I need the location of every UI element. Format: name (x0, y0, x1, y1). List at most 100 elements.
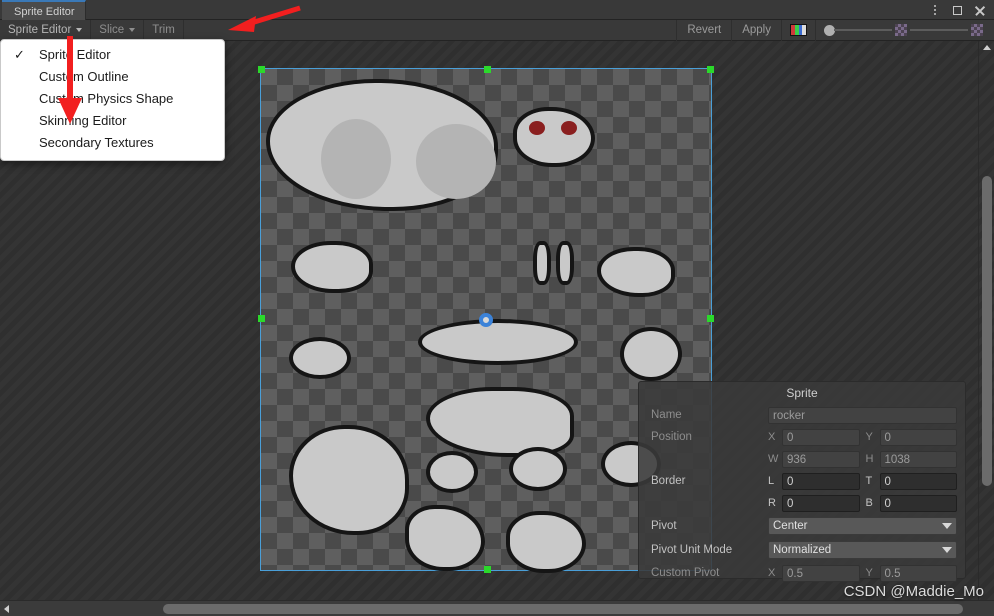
pivot-unit-dropdown[interactable]: Normalized (768, 541, 957, 559)
sprite-editor-toolbar: Sprite Editor Slice Trim Revert Apply (0, 20, 994, 41)
custom-pivot-x-field[interactable]: X 0.5 (768, 565, 860, 582)
position-y-input[interactable]: 0 (880, 429, 958, 446)
revert-label: Revert (687, 24, 721, 36)
border-l-field[interactable]: L 0 (768, 473, 860, 490)
horizontal-scrollbar-thumb[interactable] (163, 604, 963, 614)
pivot-handle[interactable] (479, 313, 493, 327)
selection-handle-bottom-center[interactable] (484, 566, 491, 573)
vertical-scrollbar-thumb[interactable] (982, 176, 992, 486)
vertical-scrollbar[interactable] (978, 41, 994, 600)
zoom-slider-track[interactable] (834, 29, 892, 31)
position-xy-group: X 0 Y 0 (768, 429, 957, 446)
rgb-channels-icon (790, 24, 807, 36)
position-h-input[interactable]: 1038 (880, 451, 958, 468)
menu-item-skinning-editor[interactable]: Skinning Editor (1, 110, 224, 132)
kebab-menu-icon[interactable] (924, 0, 946, 20)
sprite-art-shade (416, 124, 496, 199)
selection-handle-right[interactable] (707, 315, 714, 322)
custom-pivot-y-field[interactable]: Y 0.5 (866, 565, 958, 582)
watermark-text: CSDN @Maddie_Mo (844, 583, 984, 600)
sprite-art-foot (506, 511, 586, 573)
maximize-icon[interactable] (946, 0, 968, 20)
menu-item-secondary-textures[interactable]: Secondary Textures (1, 132, 224, 154)
close-icon[interactable] (968, 0, 990, 20)
border-r-input[interactable]: 0 (782, 495, 860, 512)
menu-item-label: Custom Physics Shape (39, 91, 173, 106)
sprite-art-rock (620, 327, 682, 381)
tab-label: Sprite Editor (14, 6, 75, 18)
sprite-art-slab (418, 319, 578, 365)
chevron-down-icon (76, 28, 82, 32)
scroll-left-arrow-icon[interactable] (4, 605, 9, 613)
menu-item-custom-physics-shape[interactable]: Custom Physics Shape (1, 88, 224, 110)
border-r-prefix: R (768, 497, 777, 509)
rgb-channels-button[interactable] (781, 20, 815, 41)
position-w-input[interactable]: 936 (782, 451, 860, 468)
slice-dropdown-button[interactable]: Slice (91, 20, 144, 41)
sprite-art-tooth (556, 241, 574, 285)
menu-item-label: Secondary Textures (39, 135, 154, 150)
name-input[interactable]: rocker (768, 407, 957, 424)
border-l-input[interactable]: 0 (782, 473, 860, 490)
sprite-inspector-panel: Sprite Name rocker Position X 0 (638, 381, 966, 579)
apply-label: Apply (742, 24, 771, 36)
custom-pivot-x-input[interactable]: 0.5 (782, 565, 860, 582)
name-field[interactable]: rocker (768, 407, 957, 424)
position-x-field[interactable]: X 0 (768, 429, 860, 446)
sprite-art-foot (405, 505, 485, 571)
mode-dropdown-label: Sprite Editor (8, 24, 71, 36)
menu-item-sprite-editor[interactable]: ✓ Sprite Editor (1, 44, 224, 66)
sprite-art-skull (513, 107, 595, 167)
position-x-input[interactable]: 0 (782, 429, 860, 446)
checkerboard-icon[interactable] (971, 24, 983, 36)
sprite-art-rock (426, 451, 478, 493)
sprite-editor-mode-menu: ✓ Sprite Editor Custom Outline Custom Ph… (0, 39, 225, 161)
zoom-slider[interactable] (815, 20, 994, 41)
position-x-prefix: X (768, 431, 777, 443)
border-b-prefix: B (866, 497, 875, 509)
sprite-pivot-unit-row: Pivot Unit Mode Normalized (639, 538, 965, 562)
sprite-border-row-2: R 0 B 0 (639, 492, 965, 514)
slice-dropdown-label: Slice (99, 24, 124, 36)
scroll-up-arrow-icon[interactable] (983, 45, 991, 50)
border-t-input[interactable]: 0 (880, 473, 958, 490)
custom-pivot-x-prefix: X (768, 567, 777, 579)
menu-item-custom-outline[interactable]: Custom Outline (1, 66, 224, 88)
revert-button[interactable]: Revert (676, 20, 731, 41)
sprite-position-row: Position X 0 Y 0 (639, 426, 965, 448)
mode-dropdown-button[interactable]: Sprite Editor (0, 20, 91, 41)
sprite-border-row: Border L 0 T 0 (639, 470, 965, 492)
selection-handle-top-right[interactable] (707, 66, 714, 73)
sprite-art-arch (426, 387, 574, 457)
border-t-field[interactable]: T 0 (866, 473, 958, 490)
sprite-art-rock (291, 241, 373, 293)
position-h-field[interactable]: H 1038 (866, 451, 958, 468)
selection-handle-top-center[interactable] (484, 66, 491, 73)
position-w-field[interactable]: W 936 (768, 451, 860, 468)
selection-handle-top-left[interactable] (258, 66, 265, 73)
horizontal-scrollbar[interactable] (0, 600, 994, 616)
custom-pivot-label: Custom Pivot (651, 567, 768, 579)
kebab-dots (934, 5, 936, 15)
sprite-name-row: Name rocker (639, 404, 965, 426)
position-w-prefix: W (768, 453, 777, 465)
pivot-unit-field-group: Normalized (768, 541, 957, 559)
custom-pivot-y-input[interactable]: 0.5 (880, 565, 958, 582)
selection-handle-left[interactable] (258, 315, 265, 322)
name-field-group: rocker (768, 407, 957, 424)
border-b-input[interactable]: 0 (880, 495, 958, 512)
trim-button[interactable]: Trim (144, 20, 184, 41)
position-y-field[interactable]: Y 0 (866, 429, 958, 446)
custom-pivot-group: X 0.5 Y 0.5 (768, 565, 957, 582)
position-y-prefix: Y (866, 431, 875, 443)
tab-sprite-editor[interactable]: Sprite Editor (2, 0, 86, 20)
chevron-down-icon (129, 28, 135, 32)
border-r-field[interactable]: R 0 (768, 495, 860, 512)
pivot-dropdown[interactable]: Center (768, 517, 957, 535)
pivot-dropdown-value: Center (773, 517, 808, 535)
border-b-field[interactable]: B 0 (866, 495, 958, 512)
apply-button[interactable]: Apply (731, 20, 781, 41)
alpha-slider-track[interactable] (910, 29, 968, 31)
checkerboard-icon[interactable] (895, 24, 907, 36)
pivot-unit-dropdown-value: Normalized (773, 541, 831, 559)
